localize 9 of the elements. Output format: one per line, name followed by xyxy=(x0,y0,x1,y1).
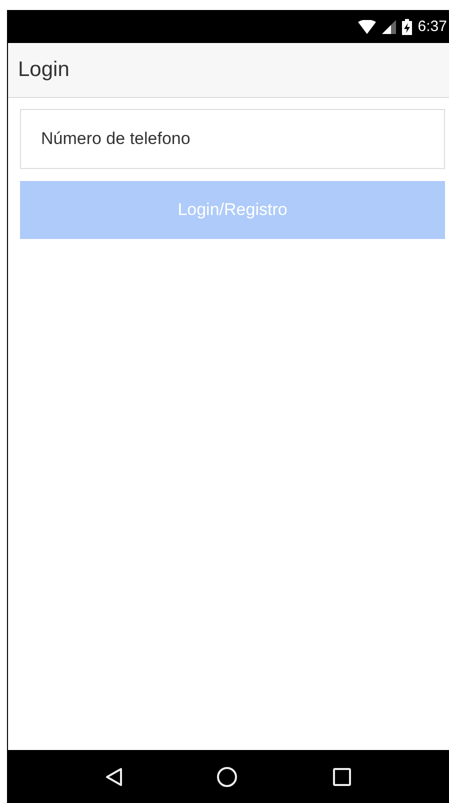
signal-icon xyxy=(382,20,396,34)
recents-icon[interactable] xyxy=(332,766,352,786)
phone-field[interactable]: Número de telefono xyxy=(20,109,445,169)
home-icon[interactable] xyxy=(216,766,238,788)
back-icon[interactable] xyxy=(104,766,123,786)
clock-time: 6:37 xyxy=(418,18,447,35)
battery-icon xyxy=(402,18,412,34)
screen-title: Login xyxy=(18,58,70,82)
wifi-icon xyxy=(358,20,376,34)
